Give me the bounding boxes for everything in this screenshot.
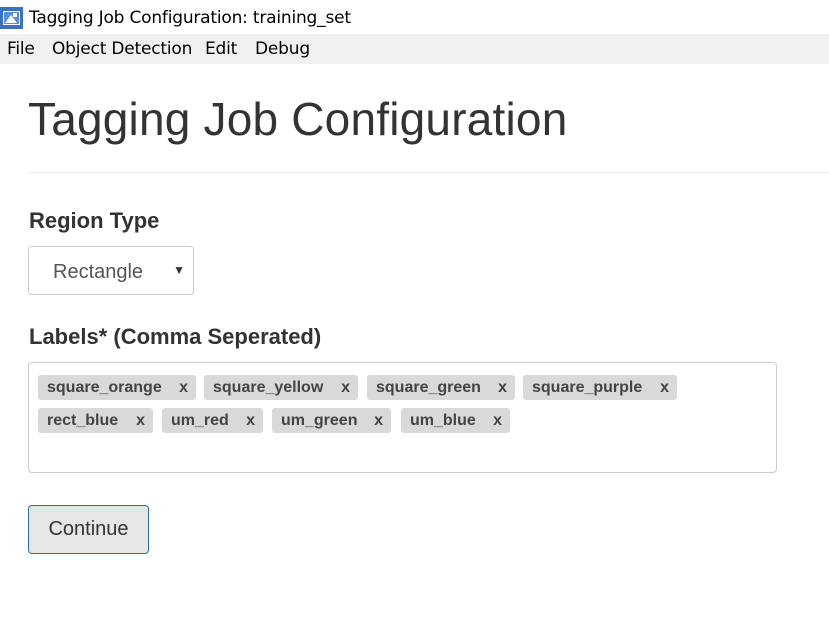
region-type-select[interactable]: Rectangle ▼ (28, 246, 194, 295)
menubar: File Object Detection Edit Debug (0, 34, 829, 64)
tag-label: um_green (281, 411, 358, 429)
tag-um-blue: um_blue x (401, 408, 510, 433)
tag-remove-button[interactable]: x (234, 412, 255, 430)
menu-edit[interactable]: Edit (205, 39, 237, 59)
tag-label: square_orange (47, 378, 162, 396)
tag-square-green: square_green x (367, 375, 515, 400)
tag-remove-button[interactable]: x (362, 412, 383, 430)
tag-label: square_yellow (213, 378, 324, 396)
tag-label: square_green (376, 378, 481, 396)
menu-debug[interactable]: Debug (255, 39, 310, 59)
tag-label: square_purple (532, 378, 643, 396)
tag-square-purple: square_purple x (523, 375, 677, 400)
tag-um-red: um_red x (162, 408, 263, 433)
window-titlebar: Tagging Job Configuration: training_set (0, 0, 829, 34)
menu-object-detection[interactable]: Object Detection (52, 39, 192, 59)
tag-remove-button[interactable]: x (167, 379, 188, 397)
region-type-value: Rectangle (53, 261, 144, 283)
tag-square-orange: square_orange x (38, 375, 196, 400)
app-icon (0, 7, 23, 29)
menu-file[interactable]: File (7, 39, 35, 59)
tag-label: rect_blue (47, 411, 119, 429)
window-title: Tagging Job Configuration: training_set (29, 8, 351, 28)
labels-tag-input[interactable]: square_orange x square_yellow x square_g… (28, 362, 777, 473)
tag-remove-button[interactable]: x (329, 379, 350, 397)
region-type-label: Region Type (29, 208, 160, 233)
tag-label: um_blue (410, 411, 476, 429)
tag-remove-button[interactable]: x (481, 412, 502, 430)
labels-label: Labels* (Comma Seperated) (29, 324, 322, 349)
tag-remove-button[interactable]: x (648, 379, 669, 397)
title-divider (28, 172, 829, 173)
page-title: Tagging Job Configuration (28, 93, 568, 145)
tag-remove-button[interactable]: x (124, 412, 145, 430)
tag-label: um_red (171, 411, 229, 429)
tag-rect-blue: rect_blue x (38, 408, 153, 433)
tag-square-yellow: square_yellow x (204, 375, 358, 400)
tag-remove-button[interactable]: x (486, 379, 507, 397)
chevron-down-icon: ▼ (173, 263, 185, 277)
continue-button[interactable]: Continue (28, 505, 149, 554)
tag-um-green: um_green x (272, 408, 391, 433)
